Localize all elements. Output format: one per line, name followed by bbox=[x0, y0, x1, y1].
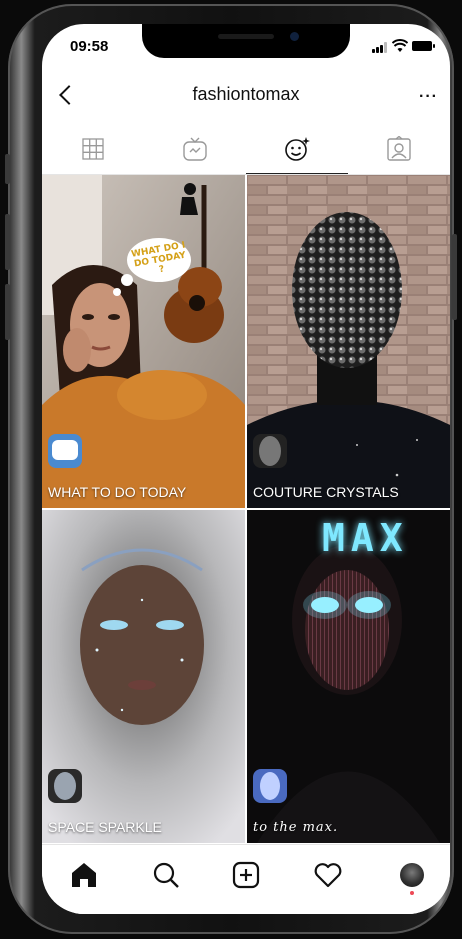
search-icon bbox=[153, 862, 179, 888]
nav-home[interactable] bbox=[64, 855, 104, 895]
nav-profile[interactable] bbox=[392, 855, 432, 895]
tab-igtv[interactable] bbox=[144, 124, 246, 174]
notch bbox=[142, 24, 350, 58]
tab-effects[interactable] bbox=[246, 124, 348, 174]
battery-icon bbox=[412, 41, 435, 51]
effect-creator-icon bbox=[253, 434, 287, 468]
nav-new-post[interactable] bbox=[226, 855, 266, 895]
effect-creator-icon bbox=[253, 769, 287, 803]
profile-header: fashiontomax ··· bbox=[42, 72, 450, 120]
phone-frame: 09:58 fashiontomax ··· WHAT DO I DO TODA… bbox=[5, 4, 457, 934]
new-post-icon bbox=[232, 861, 260, 889]
effects-grid: WHAT DO I DO TODAY ? WHAT TO DO TODAY CO… bbox=[42, 175, 450, 843]
bottom-nav bbox=[42, 844, 450, 914]
nav-activity[interactable] bbox=[308, 855, 348, 895]
home-icon bbox=[72, 863, 96, 887]
phone-screen: 09:58 fashiontomax ··· WHAT DO I DO TODA… bbox=[42, 24, 450, 914]
mute-switch bbox=[5, 154, 10, 184]
effect-name: COUTURE CRYSTALS bbox=[253, 484, 399, 500]
nav-search[interactable] bbox=[146, 855, 186, 895]
volume-up-button bbox=[5, 214, 10, 270]
effect-name: WHAT TO DO TODAY bbox=[48, 484, 187, 500]
tab-grid[interactable] bbox=[42, 124, 144, 174]
wifi-icon bbox=[392, 39, 408, 52]
igtv-icon bbox=[183, 137, 207, 161]
tab-tagged[interactable] bbox=[348, 124, 450, 174]
max-overlay-text: MAX bbox=[322, 516, 409, 560]
more-options-button[interactable]: ··· bbox=[419, 88, 438, 106]
power-button bbox=[452, 234, 457, 320]
notification-dot bbox=[410, 891, 414, 895]
effect-tile[interactable]: COUTURE CRYSTALS bbox=[247, 175, 450, 508]
profile-username: fashiontomax bbox=[192, 84, 300, 104]
profile-tabs bbox=[42, 124, 450, 175]
activity-icon bbox=[314, 863, 342, 888]
effect-name: to the max. bbox=[253, 820, 339, 835]
tagged-icon bbox=[387, 136, 411, 161]
effect-name: SPACE SPARKLE bbox=[48, 819, 162, 835]
effect-tile[interactable]: SPACE SPARKLE bbox=[42, 510, 245, 843]
effect-creator-icon bbox=[48, 434, 82, 468]
profile-avatar bbox=[400, 863, 424, 887]
grid-icon bbox=[82, 138, 104, 160]
effects-icon bbox=[285, 136, 310, 161]
signal-icon bbox=[372, 42, 388, 53]
effect-tile[interactable]: MAX to the max. bbox=[247, 510, 450, 843]
effect-tile[interactable]: WHAT DO I DO TODAY ? WHAT TO DO TODAY bbox=[42, 175, 245, 508]
status-time: 09:58 bbox=[70, 38, 109, 55]
effect-creator-icon bbox=[48, 769, 82, 803]
volume-down-button bbox=[5, 284, 10, 340]
